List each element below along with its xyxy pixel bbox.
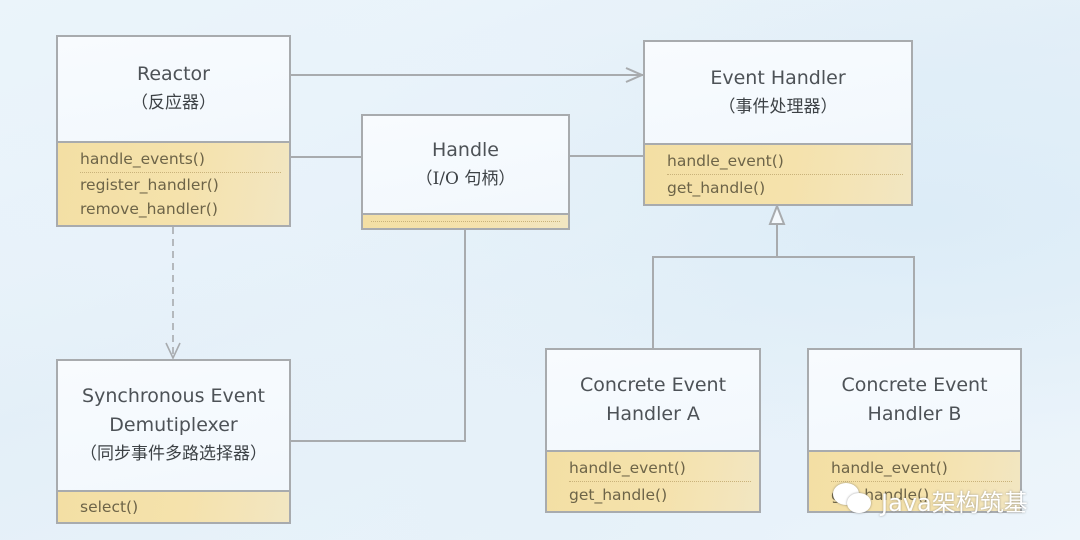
class-name: Handle — [431, 138, 499, 161]
operations: handle_event() get_handle() — [645, 143, 911, 204]
class-concrete-event-handler-a[interactable]: Concrete Event Handler A handle_event() … — [545, 348, 761, 513]
class-header: Reactor （反应器） — [58, 37, 289, 141]
watermark-text: Java架构筑基 — [881, 488, 1028, 517]
operation: handle_event() — [569, 459, 686, 477]
class-header: Concrete Event Handler A — [547, 350, 759, 450]
class-handle[interactable]: Handle （I/O 句柄） — [361, 114, 570, 230]
class-header: Concrete Event Handler B — [809, 350, 1020, 450]
operation: get_handle() — [569, 486, 668, 504]
inheritance-tree-line — [652, 256, 915, 349]
operations: select() — [58, 490, 289, 522]
class-event-handler[interactable]: Event Handler （事件处理器） handle_event() get… — [643, 40, 913, 206]
class-name: Reactor — [136, 63, 210, 85]
class-name-cn: （反应器） — [131, 93, 216, 113]
wechat-icon — [833, 483, 875, 517]
watermark: Java架构筑基 — [833, 482, 1028, 518]
operations: handle_events() register_handler() remov… — [58, 141, 289, 225]
class-reactor[interactable]: Reactor （反应器） handle_events() register_h… — [56, 35, 291, 227]
operation: get_handle() — [667, 179, 766, 197]
class-name: Event Handler — [710, 66, 846, 89]
inheritance-triangle-icon — [768, 203, 786, 225]
operation: remove_handler() — [80, 200, 218, 218]
operation: handle_events() — [80, 150, 205, 168]
handle-to-demux-line — [290, 229, 466, 442]
separator — [371, 221, 560, 222]
class-name-line1: Concrete Event — [841, 374, 988, 396]
class-name-cn: （I/O 句柄） — [415, 168, 516, 189]
class-sync-event-demultiplexer[interactable]: Synchronous Event Demutiplexer （同步事件多路选择… — [56, 359, 291, 524]
operation: handle_event() — [831, 459, 948, 477]
operation: register_handler() — [80, 176, 219, 194]
class-name-line2: Handler A — [606, 403, 700, 425]
class-name-line1: Synchronous Event — [82, 385, 265, 407]
class-name-line1: Concrete Event — [579, 374, 727, 396]
class-header: Synchronous Event Demutiplexer （同步事件多路选择… — [58, 361, 289, 490]
class-name-line2: Demutiplexer — [109, 414, 238, 436]
operations: handle_event() get_handle() — [547, 450, 759, 511]
class-name-line2: Handler B — [867, 403, 962, 425]
operations — [363, 213, 568, 228]
class-name-cn: （同步事件多路选择器） — [80, 444, 267, 464]
operation: handle_event() — [667, 152, 784, 170]
class-header: Handle （I/O 句柄） — [363, 116, 568, 213]
operation: select() — [80, 498, 139, 516]
class-header: Event Handler （事件处理器） — [645, 42, 911, 143]
class-name-cn: （事件处理器） — [718, 96, 838, 117]
